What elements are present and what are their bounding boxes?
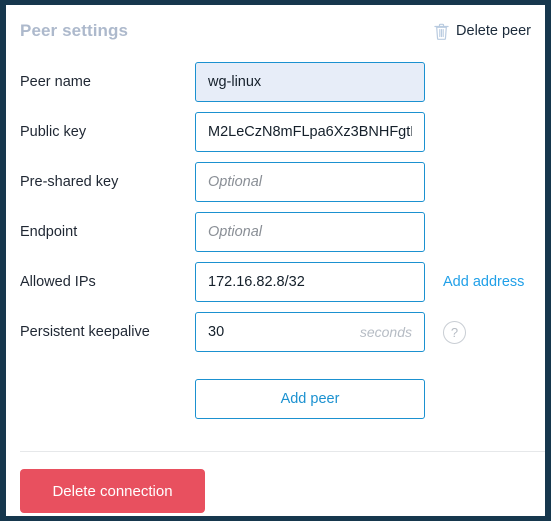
trash-icon [434,23,449,40]
label-persistent-keepalive: Persistent keepalive [20,324,150,340]
allowed-ips-input[interactable]: 172.16.82.8/32 [195,262,425,302]
persistent-keepalive-input[interactable]: 30 seconds [195,312,425,352]
endpoint-placeholder: Optional [208,224,263,240]
label-peer-name: Peer name [20,74,91,90]
delete-peer-label: Delete peer [456,23,531,39]
public-key-input[interactable]: M2LeCzN8mFLpa6Xz3BNHFgtNt [195,112,425,152]
form-row-endpoint: Endpoint Optional [6,207,545,257]
add-peer-zone: Add peer [6,379,545,419]
allowed-ips-extra: Add address [443,274,524,290]
form-row-persistent-keepalive: Persistent keepalive 30 seconds ? [6,307,545,357]
peer-name-value: wg-linux [208,74,262,90]
footer: Delete connection [20,469,205,513]
field-wrap-public-key: M2LeCzN8mFLpa6Xz3BNHFgtNt [195,112,425,152]
footer-divider [20,451,545,452]
allowed-ips-value: 172.16.82.8/32 [208,274,305,290]
endpoint-input[interactable]: Optional [195,212,425,252]
delete-peer-button[interactable]: Delete peer [434,23,531,40]
add-peer-spacer [20,379,195,419]
form-row-pre-shared-key: Pre-shared key Optional [6,157,545,207]
field-wrap-endpoint: Optional [195,212,425,252]
field-wrap-pre-shared-key: Optional [195,162,425,202]
add-address-link[interactable]: Add address [443,274,524,290]
public-key-value: M2LeCzN8mFLpa6Xz3BNHFgtNt [208,124,412,140]
persistent-keepalive-value: 30 [208,324,225,340]
panel-header: Peer settings Delete peer [6,5,545,57]
peer-settings-panel: Peer settings Delete peer Peer name wg-l… [6,5,545,516]
persistent-keepalive-unit: seconds [359,324,412,340]
field-wrap-allowed-ips: 172.16.82.8/32 [195,262,425,302]
label-public-key: Public key [20,124,87,140]
peer-name-input[interactable]: wg-linux [195,62,425,102]
help-icon[interactable]: ? [443,320,466,344]
pre-shared-key-placeholder: Optional [208,174,263,190]
field-wrap-persistent-keepalive: 30 seconds [195,312,425,352]
delete-connection-button[interactable]: Delete connection [20,469,205,513]
page-title: Peer settings [20,21,129,40]
peer-settings-form: Peer name wg-linux Public key M2LeCzN8mF… [6,57,545,357]
persistent-keepalive-extra: ? [443,320,466,344]
peer-settings-window: Peer settings Delete peer Peer name wg-l… [0,0,551,521]
label-allowed-ips: Allowed IPs [20,274,96,290]
label-pre-shared-key: Pre-shared key [20,174,119,190]
form-row-public-key: Public key M2LeCzN8mFLpa6Xz3BNHFgtNt [6,107,545,157]
add-peer-button[interactable]: Add peer [195,379,425,419]
form-row-allowed-ips: Allowed IPs 172.16.82.8/32 Add address [6,257,545,307]
pre-shared-key-input[interactable]: Optional [195,162,425,202]
form-row-peer-name: Peer name wg-linux [6,57,545,107]
label-endpoint: Endpoint [20,224,78,240]
field-wrap-peer-name: wg-linux [195,62,425,102]
